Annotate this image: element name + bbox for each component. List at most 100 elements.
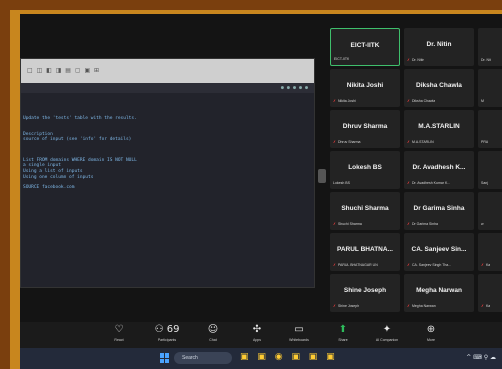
participant-name: Diksha Chawla xyxy=(416,82,462,89)
participant-tile[interactable]: Lokesh BS Lokesh BS xyxy=(330,151,400,189)
muted-mic-icon: ✗ xyxy=(333,222,336,226)
participant-tile[interactable]: Dr. Avadhesh K... ✗ Dr. Avadhesh Kumar K..… xyxy=(404,151,474,189)
participant-label: ✗ Dr. Nitin xyxy=(407,58,424,62)
start-button[interactable] xyxy=(160,353,170,363)
participant-label: ✗ Diksha Chawla xyxy=(407,99,435,103)
participant-label: M xyxy=(481,99,484,103)
participant-tile[interactable]: Dr Garima Sinha ✗ Dr Garima Sinha xyxy=(404,192,474,230)
participant-name: Dr. Avadhesh K... xyxy=(412,164,466,171)
muted-mic-icon: ✗ xyxy=(407,58,410,62)
participant-label: EICT-IITK xyxy=(334,57,349,61)
muted-mic-icon: ✗ xyxy=(407,222,410,226)
participant-tile[interactable]: Dhruv Sharma ✗ Dhruv Sharma xyxy=(330,110,400,148)
participant-tile[interactable]: Ka✗Ka xyxy=(478,274,502,312)
windows-taskbar: Search ▣ ▣ ◉ ▣ ▣ ▣ ^ ⌨ ⚲ ☁ xyxy=(20,348,502,369)
muted-mic-icon: ✗ xyxy=(333,99,336,103)
terminal-window: ● ● ● ● ● Update the 'tests' table with … xyxy=(21,83,314,287)
participant-tile[interactable]: Shine Joseph ✗ Shine Joseph xyxy=(330,274,400,312)
toolbar-apps-button[interactable]: ✣ Apps xyxy=(242,324,272,342)
participant-tile[interactable]: Nikita Joshi ✗ Nikita Joshi xyxy=(330,69,400,107)
toolbar-label: Chat xyxy=(209,338,217,342)
participant-label: ✗ M.A.STARLIN xyxy=(407,140,434,144)
participant-tile[interactable]: EICT-IITK EICT-IITK xyxy=(330,28,400,66)
system-tray[interactable]: ^ ⌨ ⚲ ☁ xyxy=(466,354,496,361)
muted-mic-icon: ✗ xyxy=(407,181,410,185)
participant-label: Lokesh BS xyxy=(333,181,350,185)
participant-label: ✗ Megha Narwan xyxy=(407,304,436,308)
participant-label-text: Dr. Nitin xyxy=(411,58,425,62)
participant-tile[interactable]: PRA PRA xyxy=(478,110,502,148)
participant-name: M xyxy=(480,82,502,89)
participant-tile[interactable]: PARUL BHATNA... ✗ PARUL BHATNAGAR UN xyxy=(330,233,400,271)
react-icon: ♡ xyxy=(114,324,124,335)
participant-label-text: Dr Garima Sinha xyxy=(411,222,439,226)
participant-gallery: EICT-IITK EICT-IITK Dr. Nitin ✗ Dr. Nitin Dr.… xyxy=(330,28,502,328)
participant-tile[interactable]: Dr. Dr. Nit xyxy=(478,28,502,66)
participant-label-text: PRA xyxy=(481,140,489,144)
participant-name: M.A.STARLIN xyxy=(418,123,460,130)
participant-label-text: Ka xyxy=(485,304,491,308)
participant-name: Dr. Nitin xyxy=(426,41,452,48)
participant-label: ✗ Dr Garima Sinha xyxy=(407,222,438,226)
toolbar-label: Participants xyxy=(157,338,177,342)
terminal-text: Update the 'tests' table with the result… xyxy=(23,101,310,191)
muted-mic-icon: ✗ xyxy=(481,304,484,308)
participant-label-text: Dhruv Sharma xyxy=(337,140,361,144)
taskbar-app-icons[interactable]: ▣ ▣ ◉ ▣ ▣ ▣ xyxy=(240,352,338,362)
scrollbar-handle[interactable] xyxy=(318,169,326,183)
terminal-line: SOURCE facebook.com xyxy=(23,185,75,191)
participant-label-text: Diksha Chawla xyxy=(411,99,436,103)
participant-label: ✗ Dhruv Sharma xyxy=(333,140,361,144)
participant-label-text: PARUL BHATNAGAR UN xyxy=(337,263,378,267)
toolbar-chat-button[interactable]: ☺ Chat xyxy=(198,324,228,342)
participant-label-text: Nikita Joshi xyxy=(337,99,356,103)
participant-tile[interactable]: MM xyxy=(478,69,502,107)
participant-name: Dr. xyxy=(480,41,502,48)
participant-label-text: Dr. Avadhesh Kumar K... xyxy=(411,181,451,185)
toolbar-more-button[interactable]: ⊕ More xyxy=(416,324,446,342)
participant-label: ✗ PARUL BHATNAGAR UN xyxy=(333,263,378,267)
participant-label-text: Megha Narwan xyxy=(411,304,436,308)
participant-name: Shine Joseph xyxy=(343,287,387,294)
terminal-controls[interactable]: ● ● ● ● ● xyxy=(281,85,308,91)
toolbar-ai-companion-button[interactable]: ✦ AI Companion xyxy=(372,324,402,342)
participant-label-text: EICT-IITK xyxy=(334,57,350,61)
participant-tile[interactable]: Shuchi Sharma ✗ Shuchi Sharma xyxy=(330,192,400,230)
apps-icon: ✣ xyxy=(252,324,262,335)
participant-label: ✗ Shine Joseph xyxy=(333,304,359,308)
toolbar-participants-button[interactable]: ⚇ 69 Participants xyxy=(152,324,182,342)
participant-tile[interactable]: ww xyxy=(478,192,502,230)
participant-name: Ka xyxy=(480,287,502,294)
muted-mic-icon: ✗ xyxy=(407,304,410,308)
participant-tile[interactable]: M.A.STARLIN ✗ M.A.STARLIN xyxy=(404,110,474,148)
muted-mic-icon: ✗ xyxy=(407,99,410,103)
participant-tile[interactable]: Megha Narwan ✗ Megha Narwan xyxy=(404,274,474,312)
participant-tile[interactable]: Sanj Sanj xyxy=(478,151,502,189)
whiteboards-icon: ▭ xyxy=(294,324,304,335)
participant-label: ✗ Ka xyxy=(481,304,490,308)
taskbar-search[interactable]: Search xyxy=(174,352,232,364)
toolbar-share-button[interactable]: ⬆ Share xyxy=(328,324,358,342)
toolbar-whiteboards-button[interactable]: ▭ Whiteboards xyxy=(284,324,314,342)
toolbar-label: AI Companion xyxy=(375,338,399,342)
share-icon: ⬆ xyxy=(338,324,348,335)
participant-label: ✗ Ka xyxy=(481,263,490,267)
participant-tile[interactable]: Dr. Nitin ✗ Dr. Nitin xyxy=(404,28,474,66)
toolbar-react-button[interactable]: ♡ React xyxy=(104,324,134,342)
participant-tile[interactable]: CA. Sanjeev Sin... ✗ CA. Sanjeev Singh Tha… xyxy=(404,233,474,271)
more-icon: ⊕ xyxy=(426,324,436,335)
participant-label-text: Lokesh BS xyxy=(333,181,350,185)
participant-label-text: Shine Joseph xyxy=(337,304,360,308)
participant-name: Nikita Joshi xyxy=(346,82,384,89)
shared-toolbar-icons[interactable]: □ ◫ ◧ ◨ ▤ ▢ ▣ ⊞ xyxy=(27,67,100,74)
participant-label-text: w xyxy=(481,222,484,226)
participant-name: Dhruv Sharma xyxy=(342,123,388,130)
meeting-toolbar: ♡ React ⚇ 69 Participants ☺ Chat ✣ Apps ▭ Whitebo… xyxy=(20,322,502,348)
participant-tile[interactable]: Diksha Chawla ✗ Diksha Chawla xyxy=(404,69,474,107)
participant-label: w xyxy=(481,222,484,226)
muted-mic-icon: ✗ xyxy=(407,140,410,144)
participant-name: w xyxy=(480,205,502,212)
participant-tile[interactable]: ✗ Ka xyxy=(478,233,502,271)
participant-label-text: M xyxy=(481,99,484,103)
toolbar-label: Apps xyxy=(253,338,261,342)
